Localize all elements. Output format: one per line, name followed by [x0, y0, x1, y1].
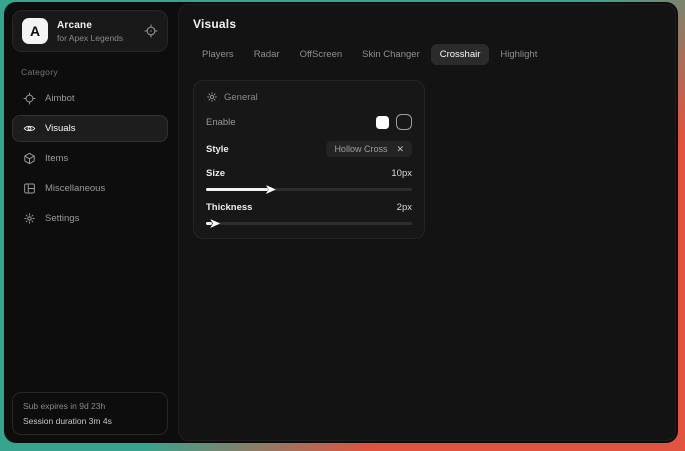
size-slider[interactable]	[206, 188, 412, 191]
size-slider-thumb[interactable]	[266, 185, 276, 194]
category-label: Category	[21, 67, 159, 77]
gear-icon	[206, 91, 218, 103]
app-titles: Arcane for Apex Legends	[57, 20, 135, 43]
layout-icon	[23, 182, 36, 195]
gear-icon	[23, 212, 36, 225]
enable-row: Enable	[206, 114, 412, 130]
tab-bar: Players Radar OffScreen Skin Changer Cro…	[193, 44, 661, 65]
thickness-label: Thickness	[206, 202, 252, 213]
cube-icon	[23, 152, 36, 165]
main-content: Visuals Players Radar OffScreen Skin Cha…	[178, 4, 676, 441]
remove-icon[interactable]: ✕	[396, 145, 404, 154]
sidebar-item-aimbot[interactable]: Aimbot	[12, 85, 168, 112]
style-label: Style	[206, 144, 229, 155]
sidebar-item-label: Settings	[45, 213, 79, 224]
sidebar-item-label: Items	[45, 153, 68, 164]
size-row: Size 10px	[206, 168, 412, 179]
sidebar-item-label: Aimbot	[45, 93, 75, 104]
app-title: Arcane	[57, 20, 135, 31]
thickness-slider-thumb[interactable]	[210, 219, 220, 228]
style-row: Style Hollow Cross ✕	[206, 141, 412, 157]
thickness-value: 2px	[397, 202, 412, 213]
tab-radar[interactable]: Radar	[245, 44, 289, 65]
sidebar-item-label: Visuals	[45, 123, 75, 134]
sidebar-item-items[interactable]: Items	[12, 145, 168, 172]
thickness-row: Thickness 2px	[206, 202, 412, 213]
tab-skin-changer[interactable]: Skin Changer	[353, 44, 429, 65]
size-value: 10px	[391, 168, 412, 179]
sidebar-item-settings[interactable]: Settings	[12, 205, 168, 232]
app-logo: A	[22, 18, 48, 44]
app-subtitle: for Apex Legends	[57, 33, 135, 43]
sidebar-item-visuals[interactable]: Visuals	[12, 115, 168, 142]
sidebar-item-miscellaneous[interactable]: Miscellaneous	[12, 175, 168, 202]
tab-offscreen[interactable]: OffScreen	[291, 44, 352, 65]
tab-crosshair[interactable]: Crosshair	[431, 44, 490, 65]
card-section-header: General	[206, 91, 412, 103]
enable-checkbox[interactable]	[376, 116, 389, 129]
tab-highlight[interactable]: Highlight	[491, 44, 546, 65]
scope-icon[interactable]	[144, 24, 158, 38]
style-select-chip[interactable]: Hollow Cross ✕	[326, 141, 412, 157]
general-settings-card: General Enable Style Hollow Cross ✕ Size…	[193, 80, 425, 239]
thickness-slider[interactable]	[206, 222, 412, 225]
subscription-info-box: Sub expires in 9d 23h Session duration 3…	[12, 392, 168, 435]
sidebar-nav: Aimbot Visuals Items	[12, 85, 168, 232]
enable-controls	[376, 114, 412, 130]
sub-expires-text: Sub expires in 9d 23h	[23, 401, 157, 411]
size-label: Size	[206, 168, 225, 179]
app-window: A Arcane for Apex Legends Category	[4, 2, 678, 443]
sidebar-item-label: Miscellaneous	[45, 183, 105, 194]
session-duration-text: Session duration 3m 4s	[23, 416, 157, 426]
crosshair-icon	[23, 92, 36, 105]
thickness-slider-fill	[206, 222, 212, 225]
section-title: General	[224, 92, 258, 103]
app-header: A Arcane for Apex Legends	[12, 10, 168, 52]
style-value: Hollow Cross	[334, 144, 387, 154]
enable-keybind-box[interactable]	[396, 114, 412, 130]
sidebar: A Arcane for Apex Legends Category	[4, 2, 176, 443]
page-title: Visuals	[193, 17, 661, 31]
size-slider-fill	[206, 188, 268, 191]
enable-label: Enable	[206, 117, 236, 128]
eye-icon	[23, 122, 36, 135]
tab-players[interactable]: Players	[193, 44, 243, 65]
